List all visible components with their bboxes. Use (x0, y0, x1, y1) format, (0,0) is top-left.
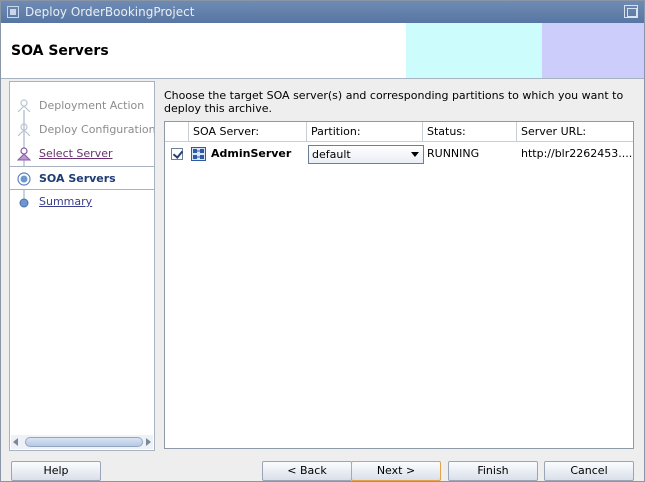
scroll-left-icon[interactable] (13, 438, 18, 446)
app-icon (7, 6, 19, 18)
instructions-text: Choose the target SOA server(s) and corr… (164, 89, 624, 115)
partition-dropdown[interactable]: default (308, 145, 424, 164)
server-url: http://blr2262453.... (521, 147, 633, 160)
soa-servers-table: SOA Server: Partition: Status: Server UR… (164, 121, 634, 449)
back-button-label: < Back (287, 464, 327, 477)
help-button-label: Help (43, 464, 69, 477)
step-deploy-configuration: Deploy Configuration (10, 118, 155, 142)
next-button[interactable]: Next > (351, 461, 441, 481)
column-header-status: Status: (423, 122, 517, 142)
step-pending-icon (19, 198, 29, 208)
page-title: SOA Servers (11, 43, 109, 59)
header-banner-cyan (406, 23, 542, 78)
cancel-button-label: Cancel (570, 464, 608, 477)
help-button[interactable]: Help (11, 461, 101, 481)
cancel-button[interactable]: Cancel (544, 461, 634, 481)
chevron-down-icon[interactable] (411, 152, 419, 157)
wizard-steps-panel: Deployment Action Deploy Configuration S… (9, 81, 155, 451)
deploy-dialog: Deploy OrderBookingProject SOA Servers D… (0, 0, 645, 482)
column-header-server-url: Server URL: (517, 122, 633, 142)
step-label: Deployment Action (39, 99, 145, 112)
maximize-icon[interactable] (624, 5, 638, 18)
title-bar: Deploy OrderBookingProject (1, 1, 644, 23)
step-select-server[interactable]: Select Server (10, 142, 154, 166)
step-summary[interactable]: Summary (10, 190, 154, 214)
finish-button-label: Finish (477, 464, 509, 477)
step-done-icon (17, 99, 31, 113)
finish-button[interactable]: Finish (448, 461, 538, 481)
main-panel: Choose the target SOA server(s) and corr… (155, 81, 644, 451)
step-visited-icon (17, 147, 31, 161)
step-deployment-action: Deployment Action (10, 94, 154, 118)
select-column-header (165, 122, 189, 142)
step-done-icon (17, 123, 31, 137)
next-button-label: Next > (376, 464, 416, 477)
step-soa-servers: SOA Servers (10, 166, 154, 190)
scrollbar-thumb[interactable] (25, 437, 143, 447)
nav-horizontal-scrollbar[interactable] (11, 435, 153, 449)
window-title: Deploy OrderBookingProject (25, 5, 195, 19)
column-header-soa-server: SOA Server: (189, 122, 307, 142)
back-button[interactable]: < Back (262, 461, 352, 481)
header-banner-lavender (542, 23, 644, 78)
server-status: RUNNING (427, 147, 480, 160)
step-current-icon (17, 172, 31, 186)
step-label[interactable]: Summary (39, 195, 92, 208)
server-select-checkbox[interactable] (171, 148, 183, 160)
server-icon (191, 147, 206, 161)
step-label: SOA Servers (39, 172, 116, 185)
step-label[interactable]: Select Server (39, 147, 113, 160)
scroll-right-icon[interactable] (146, 438, 151, 446)
server-name: AdminServer (211, 147, 292, 160)
page-header: SOA Servers (1, 23, 644, 79)
step-label: Deploy Configuration (39, 123, 155, 136)
partition-value: default (312, 148, 351, 161)
column-header-partition: Partition: (307, 122, 423, 142)
